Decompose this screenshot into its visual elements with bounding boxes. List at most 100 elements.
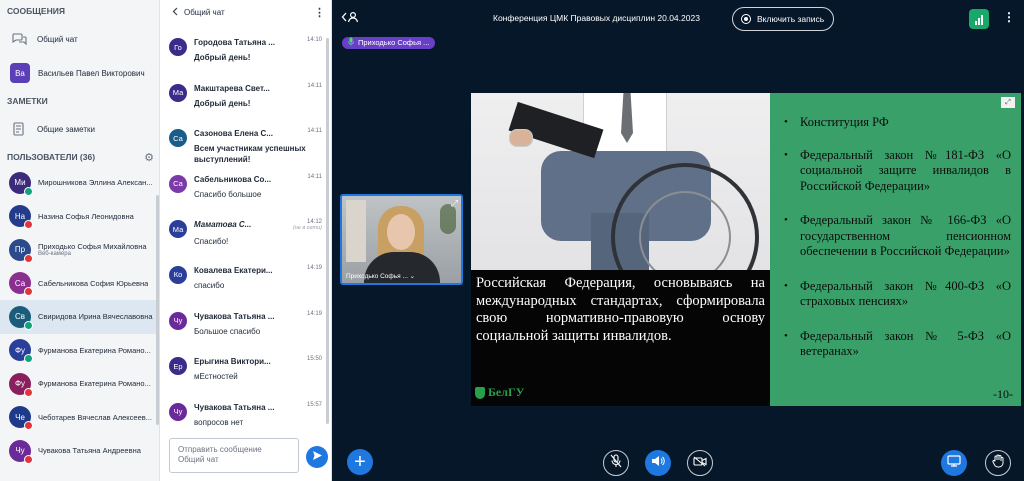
raise-hand-button[interactable]: [985, 450, 1011, 476]
logo-text: БелГУ: [488, 385, 525, 399]
conference-app: СООБЩЕНИЯ Общий чат Ва Васильев Павел Ви…: [0, 0, 1024, 481]
law-item: • Федеральный закон № 5-ФЗ «О ветеранах»: [778, 329, 1011, 360]
avatar: Ер: [169, 357, 187, 376]
fullscreen-icon[interactable]: ⤢: [1001, 97, 1015, 108]
expand-icon[interactable]: ⤢: [451, 198, 458, 209]
user-sub-label: Веб-камера: [38, 251, 71, 258]
dm-user-item[interactable]: Ва Васильев Павел Викторович: [0, 56, 159, 90]
mute-button[interactable]: [603, 450, 629, 476]
avatar: Фу: [9, 372, 33, 397]
message-text: Большое спасибо: [194, 326, 261, 336]
screen-icon: [947, 454, 961, 472]
talking-indicator: Приходько Софья ...: [342, 37, 436, 49]
law-item: • Федеральный закон №400-ФЗ «О страховых …: [778, 279, 1011, 310]
university-logo: БелГУ: [475, 385, 524, 400]
microphone-off-icon: [610, 453, 622, 473]
offline-label: (не в сети): [292, 225, 322, 232]
user-list-item[interactable]: Че Чеботарев Вячеслав Алексеев...: [0, 401, 158, 435]
user-name: Фурманова Екатерина Романо...: [38, 345, 151, 355]
chat-back-button[interactable]: Общий чат: [172, 7, 225, 18]
avatar: Св: [9, 305, 33, 330]
user-list-item[interactable]: Ми Мирошникова Эллина Алексан...: [0, 166, 158, 200]
message-text: Добрый день!: [194, 98, 251, 108]
presentation-slide: Российская Федерация, основываясь на меж…: [471, 93, 1021, 406]
presentation-stage: Конференция ЦМК Правовых дисциплин 20.04…: [333, 0, 1024, 481]
user-name: Назина Софья Леонидовна: [38, 211, 134, 221]
chat-message: Са Сазонова Елена С... 14:11 Всем участн…: [160, 125, 326, 171]
audio-button[interactable]: [645, 450, 671, 476]
actions-button[interactable]: +: [347, 449, 373, 475]
bottom-toolbar: +: [333, 446, 1024, 481]
users-header: ПОЛЬЗОВАТЕЛИ (36) ⚙: [0, 146, 159, 168]
avatar: Ма: [169, 83, 187, 102]
laws-list: • Конституция РФ • Федеральный закон №181-Ф…: [778, 115, 1011, 360]
chat-message: Ко Ковалева Екатери... 14:19 спасибо: [160, 262, 326, 308]
user-list-item[interactable]: Пр Приходько Софья Михайловна Веб-камера: [0, 233, 158, 267]
avatar: Чу: [9, 439, 33, 464]
message-time: 14:11: [307, 128, 322, 135]
shared-notes-item[interactable]: Общие заметки: [0, 112, 159, 146]
chat-message: Ма Макштарева Свет... 14:11 Добрый день!: [160, 80, 326, 126]
message-time: 14:11: [307, 173, 322, 180]
layout-toggle-icon[interactable]: [341, 11, 359, 26]
muted-status-icon: [24, 287, 33, 297]
send-icon: [312, 448, 323, 466]
chat-scrollbar[interactable]: [326, 38, 329, 424]
chat-message: Ма Маматова С... 14:12 (не в сети) Спасиб…: [160, 216, 326, 262]
chat-bubbles-icon: [10, 30, 28, 48]
law-text: Федеральный закон №181-ФЗ «О социальной …: [800, 147, 1011, 193]
avatar: Го: [169, 38, 187, 56]
user-list-item[interactable]: Фу Фурманова Екатерина Романо...: [0, 334, 158, 368]
logo-shield-icon: [475, 386, 485, 399]
user-list: Ми Мирошникова Эллина Алексан... На Нази…: [0, 166, 158, 468]
sidebar-scrollbar[interactable]: [156, 195, 159, 425]
bullet-icon: •: [784, 116, 788, 128]
message-author: Сазонова Елена С...: [194, 129, 273, 139]
video-button[interactable]: [687, 450, 713, 476]
laws-panel: • Конституция РФ • Федеральный закон №181-Ф…: [770, 93, 1021, 406]
message-time: 14:11: [307, 82, 322, 89]
muted-status-icon: [24, 253, 33, 263]
user-name: Мирошникова Эллина Алексан...: [38, 178, 153, 188]
chat-options-icon[interactable]: ⋮: [314, 6, 325, 19]
user-list-item[interactable]: Св Свиридова Ирина Вячеславовна: [0, 300, 158, 334]
conference-title: Конференция ЦМК Правовых дисциплин 20.04…: [493, 13, 700, 23]
chat-panel: Общий чат ⋮ Го Городова Татьяна ... 14:1…: [160, 0, 332, 481]
options-menu-icon[interactable]: ⋮: [1003, 10, 1015, 24]
public-chat-label: Общий чат: [37, 34, 78, 44]
message-time: 15:57: [306, 401, 322, 408]
notes-icon: [10, 120, 28, 138]
law-text: Федеральный закон № 5-ФЗ «О ветеранах»: [800, 328, 1011, 359]
user-list-item[interactable]: Фу Фурманова Екатерина Романо...: [0, 367, 158, 401]
muted-status-icon: [24, 387, 33, 397]
bullet-icon: •: [784, 148, 788, 161]
listen-status-icon: [24, 320, 33, 330]
avatar: Чу: [169, 311, 187, 330]
user-list-item[interactable]: На Назина Софья Леонидовна: [0, 200, 158, 234]
message-author: Чувакова Татьяна ...: [194, 402, 275, 412]
avatar: Ко: [169, 265, 187, 284]
webcam-tile[interactable]: ⤢ Приходько Софья ... ⌄: [340, 194, 463, 285]
shared-notes-label: Общие заметки: [37, 124, 95, 134]
public-chat-item[interactable]: Общий чат: [0, 22, 159, 56]
gear-icon[interactable]: ⚙: [143, 151, 155, 164]
record-button[interactable]: Включить запись: [732, 7, 834, 31]
message-input[interactable]: Отправить сообщение Общий чат: [169, 438, 299, 473]
law-text: Конституция РФ: [800, 115, 889, 129]
muted-status-icon: [24, 220, 33, 230]
presentation-button[interactable]: [941, 450, 967, 476]
connection-status-icon[interactable]: [969, 9, 989, 29]
bullet-icon: •: [784, 329, 788, 342]
avatar: Са: [169, 174, 187, 193]
record-label: Включить запись: [757, 14, 825, 24]
user-list-item[interactable]: Чу Чувакова Татьяна Андреевна: [0, 434, 158, 468]
law-text: Федеральный закон №400-ФЗ «О страховых п…: [800, 278, 1011, 309]
avatar: Са: [169, 129, 187, 148]
users-section-title: ПОЛЬЗОВАТЕЛИ (36): [7, 152, 96, 162]
slide-text-box: Российская Федерация, основываясь на меж…: [471, 270, 770, 406]
chat-message: Ер Ерыгина Виктори... 15:50 мЕстностей: [160, 353, 326, 399]
user-list-item[interactable]: Са Сабельникова София Юрьевна: [0, 267, 158, 301]
law-item: • Федеральный закон №181-ФЗ «О социальной…: [778, 148, 1011, 195]
send-button[interactable]: [306, 446, 328, 468]
record-icon: [741, 14, 751, 24]
